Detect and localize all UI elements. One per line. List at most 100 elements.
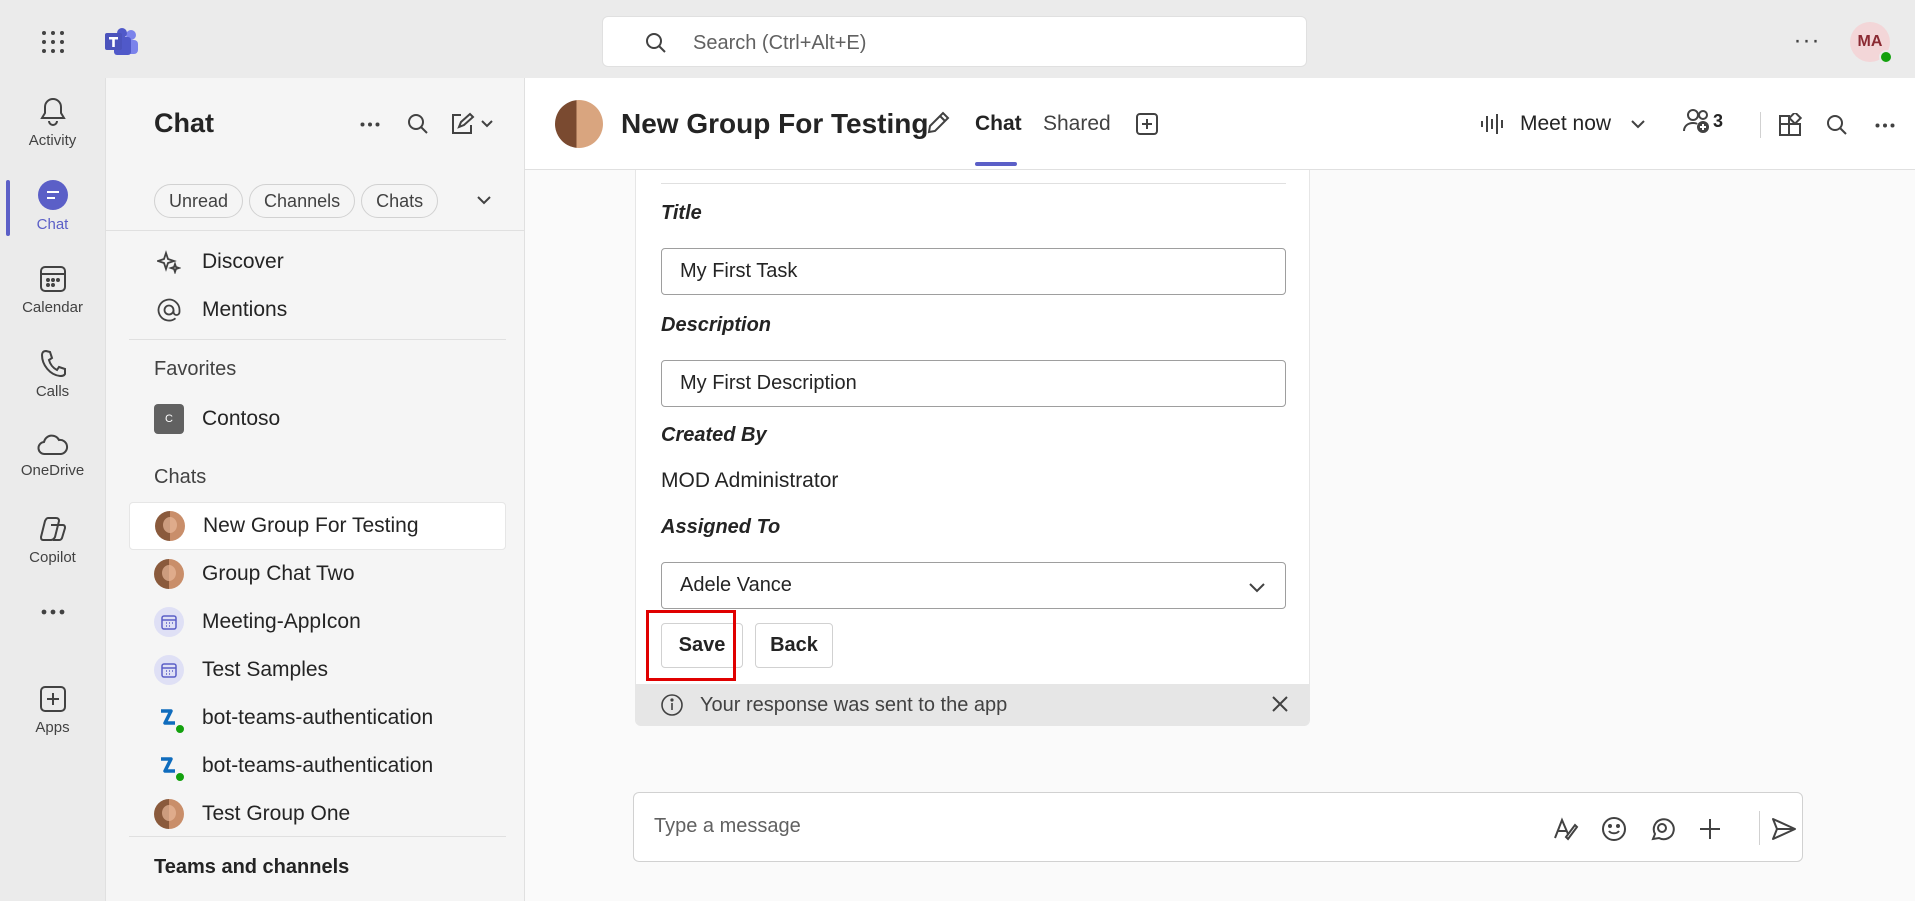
participants-button[interactable]: 3: [1683, 108, 1723, 134]
chats-heading: Chats: [154, 466, 207, 488]
title-bar: Search (Ctrl+Alt+E) ··· MA: [0, 0, 1915, 78]
rail-item-apps[interactable]: Apps: [0, 670, 105, 750]
loop-component-icon[interactable]: [1648, 815, 1676, 843]
people-add-icon: [1683, 108, 1713, 134]
active-tab-indicator: [975, 162, 1017, 166]
send-icon[interactable]: [1770, 815, 1798, 843]
favorite-label: Contoso: [202, 407, 281, 430]
chat-list-pane: Chat Unread Channels Chats Discover Ment…: [105, 78, 526, 901]
rail-label: Apps: [35, 718, 70, 736]
audio-wave-icon: [1480, 112, 1506, 136]
apps-icon[interactable]: [1775, 110, 1805, 140]
teams-logo-icon: [105, 27, 139, 57]
rail-item-chat[interactable]: Chat: [0, 166, 105, 246]
created-by-label: Created By: [661, 424, 767, 446]
title-input[interactable]: My First Task: [661, 248, 1286, 295]
more-options-icon[interactable]: [346, 110, 394, 138]
main-pane: New Group For Testing Chat Shared Meet n…: [525, 78, 1915, 901]
chat-item-label: bot-teams-authentication: [202, 754, 434, 777]
user-initials: MA: [1857, 33, 1883, 50]
info-icon: [660, 693, 684, 717]
response-notice: Your response was sent to the app: [636, 684, 1309, 726]
tab-shared[interactable]: Shared: [1043, 112, 1111, 136]
bot-icon: [154, 751, 186, 783]
edit-pencil-icon[interactable]: [925, 110, 951, 136]
description-input[interactable]: My First Description: [661, 360, 1286, 407]
message-placeholder: Type a message: [654, 815, 801, 837]
tab-chat[interactable]: Chat: [975, 112, 1022, 136]
assigned-to-label: Assigned To: [661, 516, 781, 538]
calendar-icon: [39, 265, 67, 293]
divider: [106, 230, 526, 231]
group-avatar: [555, 100, 603, 148]
description-input-value: My First Description: [680, 372, 857, 394]
filter-channels[interactable]: Channels: [249, 184, 356, 218]
rail-label: Calls: [35, 382, 70, 400]
chat-filters: Unread Channels Chats: [154, 184, 439, 218]
add-icon[interactable]: [1696, 815, 1724, 843]
chat-list-actions: [346, 110, 502, 138]
search-icon[interactable]: [1822, 110, 1852, 140]
chat-header: New Group For Testing Chat Shared Meet n…: [525, 78, 1915, 170]
nav-discover[interactable]: Discover: [154, 242, 284, 282]
bot-icon: [154, 703, 186, 735]
divider: [129, 339, 506, 340]
presence-available-icon: [174, 771, 186, 783]
rail-item-copilot[interactable]: Copilot: [0, 500, 105, 580]
save-highlight-box: [646, 610, 736, 681]
chat-list-title: Chat: [154, 108, 214, 138]
chevron-down-icon: [1247, 577, 1267, 597]
message-composer[interactable]: Type a message: [633, 792, 1803, 862]
divider: [129, 836, 506, 837]
favorite-contoso[interactable]: C Contoso: [154, 399, 280, 439]
chevron-down-icon[interactable]: [474, 190, 494, 210]
rail-item-activity[interactable]: Activity: [0, 82, 105, 162]
participant-count: 3: [1713, 110, 1724, 131]
teams-and-channels-heading[interactable]: Teams and channels: [154, 856, 349, 879]
back-button[interactable]: Back: [755, 623, 833, 668]
chat-item-label: Test Group One: [202, 802, 351, 825]
rail-label: OneDrive: [20, 461, 85, 479]
nav-mentions[interactable]: Mentions: [154, 290, 287, 330]
assigned-to-select[interactable]: Adele Vance: [661, 562, 1286, 609]
app-launcher-icon[interactable]: [38, 27, 68, 57]
search-icon[interactable]: [394, 110, 442, 138]
chat-item-label: Group Chat Two: [202, 562, 355, 585]
group-avatar: [155, 511, 185, 541]
rail-item-calendar[interactable]: Calendar: [0, 250, 105, 330]
new-chat-icon[interactable]: [442, 110, 502, 138]
emoji-icon[interactable]: [1600, 815, 1628, 843]
meet-now-button[interactable]: Meet now: [1480, 106, 1647, 142]
at-icon: [154, 295, 184, 325]
chat-item-test-group-one[interactable]: Test Group One: [129, 790, 506, 838]
filter-chats[interactable]: Chats: [361, 184, 439, 218]
chevron-down-icon[interactable]: [1629, 115, 1647, 133]
format-icon[interactable]: [1552, 815, 1580, 843]
title-label: Title: [661, 202, 702, 224]
close-icon[interactable]: [1271, 695, 1289, 713]
add-tab-icon[interactable]: [1135, 112, 1159, 136]
copilot-icon: [39, 515, 67, 543]
response-text: Your response was sent to the app: [700, 694, 1008, 716]
search-input[interactable]: Search (Ctrl+Alt+E): [602, 16, 1307, 67]
sparkle-icon: [154, 247, 184, 277]
chat-item-bot-teams-authentication[interactable]: bot-teams-authentication: [129, 694, 506, 742]
rail-item-more[interactable]: [0, 582, 105, 642]
user-avatar[interactable]: MA: [1850, 22, 1893, 64]
chat-item-meeting-appicon[interactable]: Meeting-AppIcon: [129, 598, 506, 646]
rail-item-calls[interactable]: Calls: [0, 334, 105, 414]
rail-label: Copilot: [29, 548, 76, 566]
rail-label: Activity: [28, 131, 77, 149]
filter-unread[interactable]: Unread: [154, 184, 244, 218]
chat-item-new-group-for-testing[interactable]: New Group For Testing: [129, 502, 506, 550]
chat-item-label: New Group For Testing: [203, 514, 419, 537]
chat-item-group-chat-two[interactable]: Group Chat Two: [129, 550, 506, 598]
more-options-icon[interactable]: ···: [1792, 27, 1822, 54]
chat-item-bot-teams-authentication[interactable]: bot-teams-authentication: [129, 742, 506, 790]
rail-item-onedrive[interactable]: OneDrive: [0, 416, 105, 496]
more-options-icon[interactable]: [1870, 110, 1900, 140]
created-by-value: MOD Administrator: [661, 469, 839, 492]
divider: [661, 183, 1286, 184]
chat-item-test-samples[interactable]: Test Samples: [129, 646, 506, 694]
meet-now-label: Meet now: [1520, 112, 1612, 135]
